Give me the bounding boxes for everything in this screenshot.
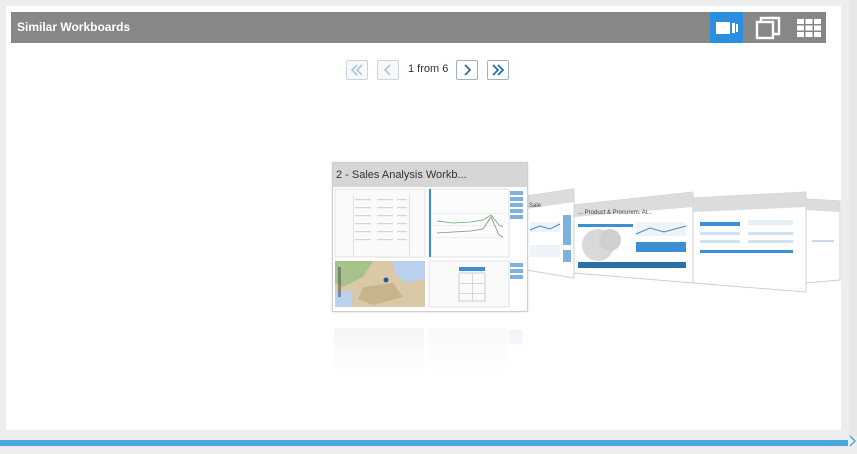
workboard-card-5[interactable] [805,198,841,284]
bottom-progress-bar [0,440,848,446]
card-title: 2 - Sales Analysis Workb... [336,169,467,181]
workboard-card-selected[interactable]: 2 - Sales Analysis Workb... [332,162,528,312]
card-title-bar: 2 - Sales Analysis Workb... [333,163,527,187]
card-2-title: Sale [529,203,542,209]
workboard-thumbnail [333,187,527,311]
card-3-title: ... Product & Procurem. Al... [578,210,652,216]
workboard-card-3[interactable]: ... Product & Procurem. Al... [573,191,694,284]
card-reflection [332,312,526,374]
workboard-card-2[interactable]: Sale [525,188,575,279]
workboard-card-4[interactable] [692,191,807,293]
resize-handle[interactable] [848,434,857,449]
workboard-carousel: ... Product & Procurem. Al... Sale 2 - S… [0,0,857,449]
vertical-scroll-track[interactable] [849,0,857,436]
resize-grip-icon [849,435,857,447]
